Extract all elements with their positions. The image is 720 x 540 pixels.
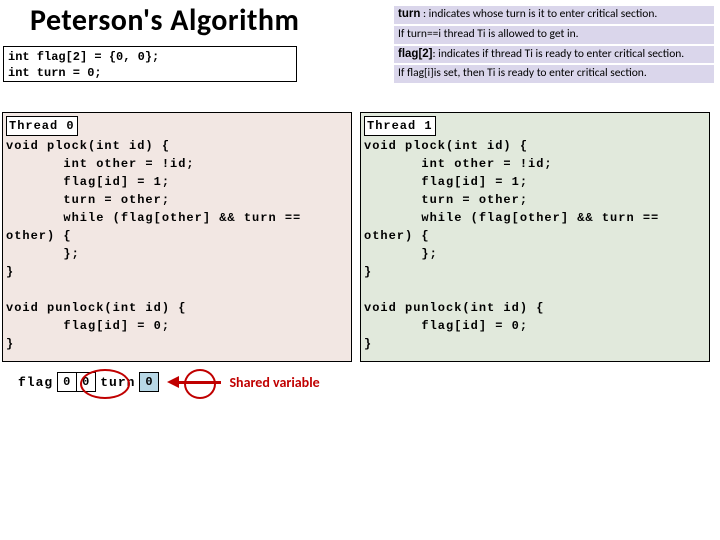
page-title: Peterson's Algorithm <box>30 2 299 39</box>
note-turn-text: : indicates whose turn is it to enter cr… <box>420 7 657 21</box>
note-flag-cond: If flag[i]is set, then Ti is ready to en… <box>394 65 714 83</box>
ring-icon-turn <box>184 369 216 399</box>
note-flag-cond-text: If flag[i]is set, then Ti is ready to en… <box>398 66 647 80</box>
note-turn: turn : indicates whose turn is it to ent… <box>394 6 714 24</box>
thread-1-body: void plock(int id) { int other = !id; fl… <box>364 139 659 351</box>
decl-line-2: int turn = 0; <box>8 65 292 81</box>
note-turn-term: turn <box>398 8 420 20</box>
declarations-box: int flag[2] = {0, 0}; int turn = 0; <box>3 46 297 82</box>
decl-line-1: int flag[2] = {0, 0}; <box>8 49 292 65</box>
note-turn-cond-text: If turn==i thread Ti is allowed to get i… <box>398 27 579 41</box>
thread-1-header: Thread 1 <box>364 116 436 136</box>
note-flag: flag[2]: indicates if thread Ti is ready… <box>394 46 714 64</box>
thread-0-code: Thread 0 void plock(int id) { int other … <box>2 112 352 362</box>
thread-1-code: Thread 1 void plock(int id) { int other … <box>360 112 710 362</box>
shared-label: Shared variable <box>229 374 319 391</box>
thread-0-header: Thread 0 <box>6 116 78 136</box>
turn-cell: 0 <box>139 372 159 392</box>
note-flag-text: : indicates if thread Ti is ready to ent… <box>433 47 685 61</box>
shared-variables: flag 0 0 turn 0 Shared variable <box>18 372 320 392</box>
ring-icon-flag <box>80 369 130 399</box>
note-turn-cond: If turn==i thread Ti is allowed to get i… <box>394 26 714 44</box>
thread-0-body: void plock(int id) { int other = !id; fl… <box>6 139 301 351</box>
flag-cell-0: 0 <box>57 372 77 392</box>
flag-label: flag <box>18 375 53 390</box>
notes-pane: turn : indicates whose turn is it to ent… <box>394 6 714 85</box>
note-flag-term: flag[2] <box>398 48 433 60</box>
